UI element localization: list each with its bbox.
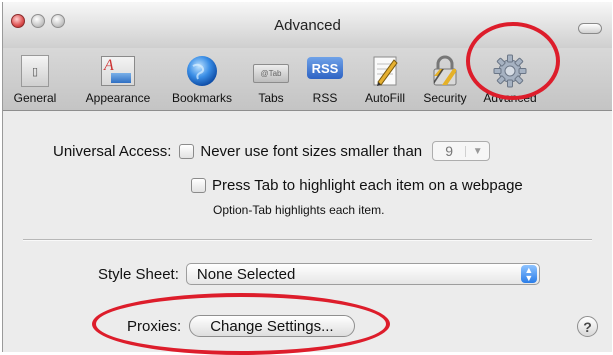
tab-appearance-label: Appearance <box>85 91 151 105</box>
toolbar-toggle-button[interactable] <box>578 23 602 34</box>
tab-tabs-label: Tabs <box>258 91 284 105</box>
min-font-size-value: 9 <box>445 143 454 159</box>
popup-arrows-icon: ▲ ▼ <box>520 265 537 283</box>
advanced-gear-icon <box>491 52 529 90</box>
press-tab-option-label: Press Tab to highlight each item on a we… <box>212 177 523 194</box>
tabs-icon: @Tab <box>252 52 290 90</box>
proxies-row: Proxies: Change Settings... <box>127 315 355 337</box>
rss-icon: RSS <box>306 52 344 90</box>
general-icon: ▯ <box>16 52 54 90</box>
tabs-icon-text: @Tab <box>253 63 289 83</box>
min-font-size-checkbox[interactable] <box>179 143 195 159</box>
style-sheet-popup[interactable]: None Selected ▲ ▼ <box>185 263 540 285</box>
tab-advanced-label: Advanced <box>483 91 537 105</box>
tab-autofill-label: AutoFill <box>364 91 405 105</box>
universal-access-label: Universal Access: <box>53 142 172 160</box>
autofill-icon <box>366 52 404 90</box>
change-settings-button[interactable]: Change Settings... <box>189 315 355 337</box>
tab-bookmarks[interactable]: Bookmarks <box>166 48 238 110</box>
tab-appearance[interactable]: A Appearance <box>79 48 157 110</box>
style-sheet-label: Style Sheet: <box>98 265 179 283</box>
window-title: Advanced <box>274 17 341 34</box>
tab-tabs[interactable]: @Tab Tabs <box>248 48 294 110</box>
universal-access-row: Universal Access: Never use font sizes s… <box>53 141 491 161</box>
proxies-label: Proxies: <box>127 317 182 335</box>
press-tab-row: Press Tab to highlight each item on a we… <box>191 177 523 194</box>
tab-autofill[interactable]: AutoFill <box>352 48 418 110</box>
chevron-down-icon: ▼ <box>465 145 489 157</box>
tab-general-label: General <box>13 91 57 105</box>
help-button[interactable]: ? <box>577 316 598 337</box>
advanced-pane: Universal Access: Never use font sizes s… <box>3 111 612 352</box>
tab-security-label: Security <box>423 91 467 105</box>
title-bar[interactable]: Advanced <box>3 2 612 48</box>
press-tab-checkbox[interactable] <box>191 178 206 193</box>
section-divider <box>23 239 592 241</box>
tab-rss[interactable]: RSS RSS <box>303 48 347 110</box>
rss-icon-text: RSS <box>307 57 343 79</box>
min-font-size-option-label: Never use font sizes smaller than <box>200 142 423 160</box>
min-font-size-popup[interactable]: 9 ▼ <box>432 141 491 161</box>
tab-bookmarks-label: Bookmarks <box>171 91 233 105</box>
style-sheet-value: None Selected <box>196 265 296 283</box>
preferences-toolbar: ▯ General A Appearance Bookmarks @Tab Ta… <box>3 48 612 111</box>
preferences-window: Advanced ▯ General A Appearance Bookmark… <box>2 2 612 352</box>
tab-general[interactable]: ▯ General <box>12 48 58 110</box>
tab-advanced[interactable]: Advanced <box>475 48 545 110</box>
appearance-icon: A <box>99 52 137 90</box>
tab-security[interactable]: Security <box>414 48 476 110</box>
bookmarks-globe-icon <box>183 52 221 90</box>
style-sheet-row: Style Sheet: None Selected ▲ ▼ <box>98 263 540 285</box>
security-lock-icon <box>426 52 464 90</box>
option-tab-hint: Option-Tab highlights each item. <box>213 203 385 217</box>
tab-rss-label: RSS <box>312 91 338 105</box>
